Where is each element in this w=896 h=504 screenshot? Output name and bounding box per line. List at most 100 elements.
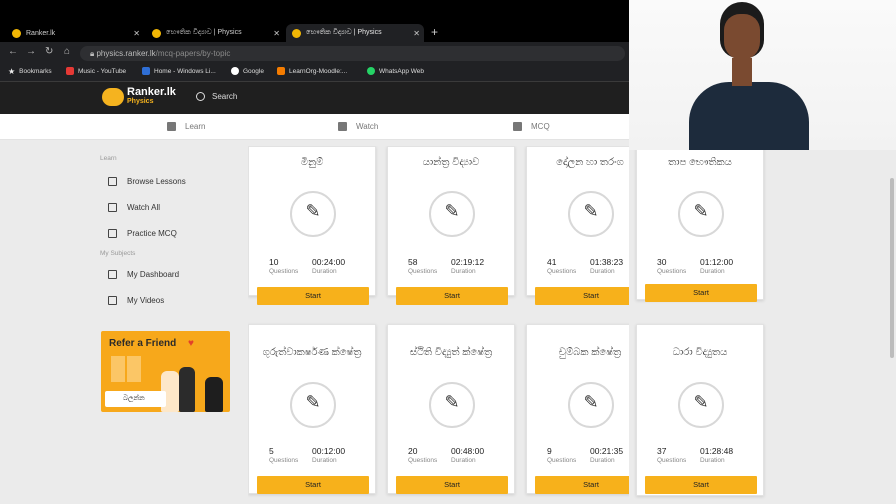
sidebar-item-browse-lessons[interactable]: Browse Lessons <box>100 168 240 194</box>
youtube-icon <box>66 67 74 75</box>
tab-label: භෞතික විද්‍යාව | Physics <box>306 29 382 36</box>
questions-label: Questions <box>547 457 577 464</box>
search-icon <box>196 92 205 101</box>
card-title: චුම්බක ක්ෂේත්‍ර <box>558 347 622 358</box>
close-tab-icon[interactable]: ✕ <box>133 29 140 38</box>
bookmark-item[interactable]: Google <box>231 67 264 75</box>
questions-stat: 10 Questions <box>269 257 298 275</box>
start-button[interactable]: Start <box>257 287 369 305</box>
person-illustration <box>179 367 195 412</box>
start-button[interactable]: Start <box>257 476 369 494</box>
forward-arrow-icon[interactable]: → <box>26 46 36 57</box>
search-button[interactable]: Search <box>196 92 237 101</box>
questions-stat: 30 Questions <box>657 257 686 275</box>
pen-icon <box>568 382 614 428</box>
site-logo[interactable]: Ranker.lk Physics <box>102 86 176 106</box>
start-button[interactable]: Start <box>535 476 629 494</box>
duration-stat: 00:12:00 Duration <box>312 446 345 464</box>
sidebar-item-dashboard[interactable]: My Dashboard <box>100 261 240 287</box>
bookmark-item[interactable]: Home - Windows Li... <box>142 67 216 75</box>
questions-count: 41 <box>547 257 557 267</box>
logo-sub-text: Physics <box>127 98 154 105</box>
bookmark-item[interactable]: ★ Bookmarks <box>8 67 52 76</box>
topic-card: දෝලන හා තරංග 41Questions 01:38:23Duratio… <box>526 146 629 305</box>
windows-icon <box>142 67 150 75</box>
tab-label: භෞතික විද්‍යාව | Physics <box>166 29 242 36</box>
start-button[interactable]: Start <box>645 476 757 494</box>
pen-icon <box>429 382 475 428</box>
refer-title: Refer a Friend <box>109 338 177 349</box>
start-button[interactable]: Start <box>645 284 757 302</box>
start-button[interactable]: Start <box>396 287 508 305</box>
back-arrow-icon[interactable]: ← <box>8 46 18 57</box>
bookmark-item[interactable]: Music - YouTube <box>66 67 126 75</box>
tab-label: Ranker.lk <box>26 29 56 37</box>
questions-count: 37 <box>657 446 667 456</box>
duration-value: 01:38:23 <box>590 257 624 267</box>
url-domain: physics.ranker.lk <box>96 49 156 58</box>
card-title: යාන්ත්‍ර විද්‍යාව <box>422 157 480 168</box>
sidebar-item-practice-mcq[interactable]: Practice MCQ <box>100 220 240 246</box>
questions-stat: 58 Questions <box>408 257 437 275</box>
webcam-overlay <box>629 0 896 150</box>
top-navigation: Learn Watch MCQ <box>0 114 629 140</box>
duration-label: Duration <box>590 457 615 464</box>
bookmark-label: Home - Windows Li... <box>154 67 216 75</box>
moodle-icon <box>277 67 285 75</box>
scrollbar[interactable] <box>890 178 894 358</box>
start-button[interactable]: Start <box>396 476 508 494</box>
tab-ranker[interactable]: Ranker.lk ✕ <box>6 24 144 42</box>
url-path: /mcq-papers/by-topic <box>155 49 231 58</box>
new-tab-icon[interactable]: + <box>431 25 438 39</box>
sidebar-item-watch-all[interactable]: Watch All <box>100 194 240 220</box>
questions-stat: 20 Questions <box>408 446 437 464</box>
duration-label: Duration <box>451 268 476 275</box>
questions-stat: 37 Questions <box>657 446 686 464</box>
tab-physics-active[interactable]: භෞතික විද්‍යාව | Physics ✕ <box>286 24 424 42</box>
sidebar-item-label: Practice MCQ <box>127 228 177 238</box>
reload-icon[interactable]: ↻ <box>45 46 53 57</box>
presenter-neck <box>732 58 752 86</box>
close-tab-icon[interactable]: ✕ <box>413 29 420 38</box>
refer-a-friend-banner[interactable]: Refer a Friend ♥ බලන්න <box>101 331 230 412</box>
duration-value: 02:19:12 <box>451 257 485 267</box>
sidebar: Learn Browse Lessons Watch All Practice … <box>100 155 240 313</box>
quiz-icon <box>513 122 522 131</box>
duration-stat: 00:48:00 Duration <box>451 446 484 464</box>
topic-card: මිනුම් 10Questions 00:24:00Duration Star… <box>248 146 376 305</box>
questions-label: Questions <box>408 457 438 464</box>
duration-label: Duration <box>312 268 337 275</box>
mcq-topic-grid: මිනුම් 10Questions 00:24:00Duration Star… <box>248 146 629 504</box>
topic-card: චුම්බක ක්ෂේත්‍ර 9Questions 00:21:35Durat… <box>526 324 629 494</box>
bookmark-label: Google <box>243 67 264 75</box>
bookmark-item[interactable]: LearnOrg-Moodle:... <box>277 67 347 75</box>
card-title: ධාරා විද්‍යුතය <box>672 347 728 358</box>
questions-stat: 41 Questions <box>547 257 576 275</box>
start-button[interactable]: Start <box>535 287 629 305</box>
logo-badge-icon <box>102 88 124 106</box>
address-bar-row: ← → ↻ ⌂ 🔒︎ physics.ranker.lk/mcq-papers/… <box>0 42 629 64</box>
tab-bar: Ranker.lk ✕ භෞතික විද්‍යාව | Physics ✕ භ… <box>0 0 629 42</box>
close-tab-icon[interactable]: ✕ <box>273 29 280 38</box>
site-header: Ranker.lk Physics Search <box>0 82 629 114</box>
bookmark-label: Music - YouTube <box>78 67 127 75</box>
duration-stat: 01:28:48 Duration <box>700 446 733 464</box>
topic-card: තාප භෞතිකය 30Questions 01:12:00Duration … <box>636 150 764 302</box>
nav-watch[interactable]: Watch <box>338 122 378 131</box>
sidebar-item-videos[interactable]: My Videos <box>100 287 240 313</box>
questions-count: 5 <box>269 446 274 456</box>
home-icon[interactable]: ⌂ <box>64 46 70 57</box>
address-input[interactable]: 🔒︎ physics.ranker.lk/mcq-papers/by-topic <box>80 46 625 61</box>
duration-stat: 02:19:12 Duration <box>451 257 484 275</box>
duration-label: Duration <box>700 268 725 275</box>
pen-icon <box>568 191 614 237</box>
bookmark-item[interactable]: WhatsApp Web <box>367 67 424 75</box>
pen-icon <box>678 191 724 237</box>
nav-mcq[interactable]: MCQ <box>513 122 550 131</box>
whatsapp-icon <box>367 67 375 75</box>
questions-count: 9 <box>547 446 552 456</box>
nav-learn[interactable]: Learn <box>167 122 205 131</box>
logo-main-text: Ranker.lk <box>127 86 176 98</box>
refer-view-button[interactable]: බලන්න <box>105 391 166 407</box>
tab-physics-1[interactable]: භෞතික විද්‍යාව | Physics ✕ <box>146 24 284 42</box>
